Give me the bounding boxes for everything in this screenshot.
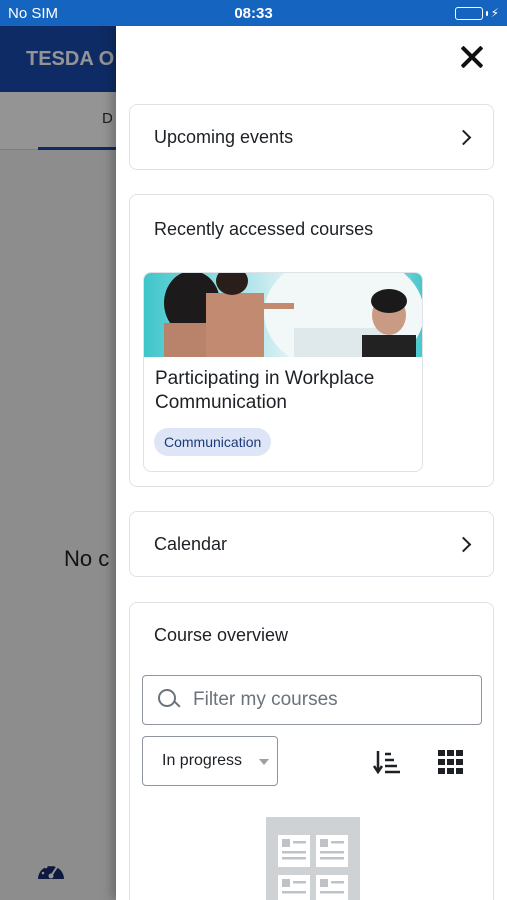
- upcoming-events-card[interactable]: Upcoming events: [129, 104, 494, 170]
- battery-icon: ⚡: [454, 6, 499, 20]
- recent-courses-title: Recently accessed courses: [154, 219, 374, 239]
- course-image: [144, 273, 422, 357]
- course-category-badge: Communication: [154, 428, 272, 456]
- upcoming-events-title: Upcoming events: [154, 126, 294, 147]
- calendar-card[interactable]: Calendar: [129, 511, 494, 577]
- status-time: 08:33: [234, 4, 273, 22]
- carrier-label: No SIM: [8, 4, 59, 22]
- no-courses-illustration: [266, 817, 360, 900]
- sort-icon[interactable]: [372, 749, 401, 780]
- close-icon[interactable]: [459, 44, 485, 70]
- course-card[interactable]: Participating in Workplace Communication…: [143, 272, 423, 472]
- filter-selected-label: In progress: [162, 752, 243, 769]
- chevron-right-icon: [455, 129, 472, 145]
- charging-icon: ⚡: [490, 6, 499, 20]
- block-drawer: Upcoming events Recently accessed course…: [116, 26, 507, 900]
- chevron-right-icon: [455, 536, 472, 552]
- calendar-title: Calendar: [154, 533, 228, 554]
- search-input[interactable]: Filter my courses: [142, 675, 482, 725]
- recent-courses-card: Recently accessed courses Participating …: [129, 194, 494, 487]
- course-overview-card: Course overview Filter my courses In pro…: [129, 602, 494, 900]
- grid-view-icon[interactable]: [438, 750, 464, 779]
- progress-filter-select[interactable]: In progress: [142, 736, 278, 786]
- search-icon: [157, 688, 181, 712]
- caret-down-icon: [259, 759, 269, 765]
- course-name: Participating in Workplace Communication: [155, 368, 375, 413]
- course-overview-title: Course overview: [154, 625, 289, 645]
- search-placeholder: Filter my courses: [193, 689, 338, 710]
- status-bar: No SIM 08:33 ⚡: [0, 0, 507, 26]
